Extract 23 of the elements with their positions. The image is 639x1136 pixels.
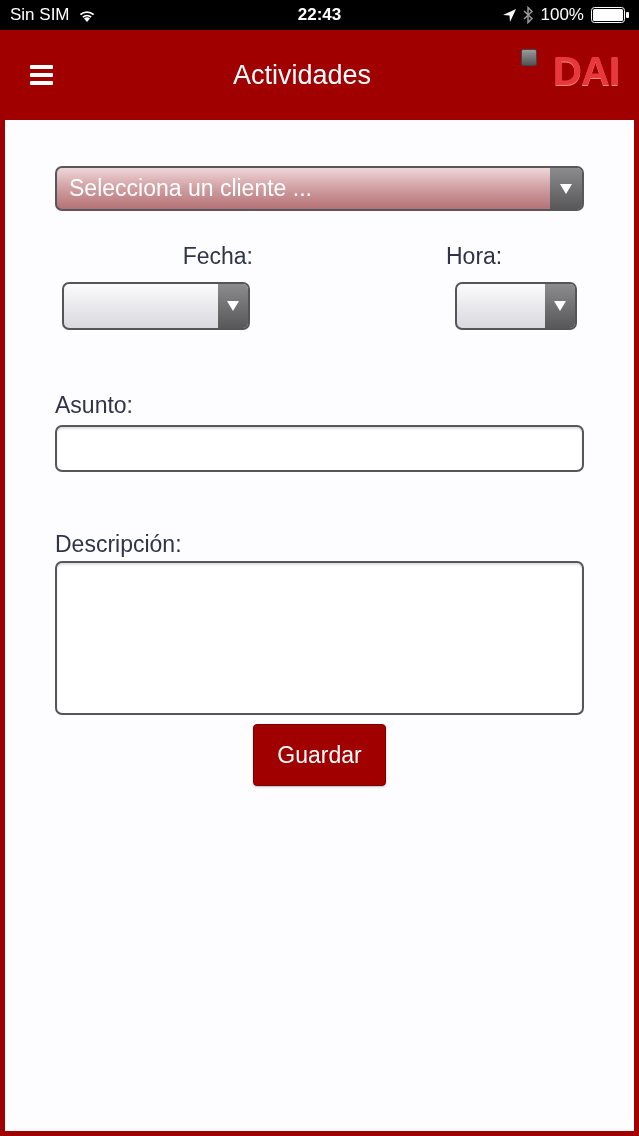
- save-button[interactable]: Guardar: [253, 724, 386, 786]
- time-label: Hora:: [446, 243, 503, 270]
- battery-icon: [591, 7, 629, 23]
- clock-time: 22:43: [297, 4, 342, 27]
- page-title: Actividades: [232, 58, 372, 92]
- logo: DAI: [553, 51, 619, 91]
- dropdown-arrow-icon: [560, 183, 572, 194]
- bluetooth-icon: [522, 6, 534, 24]
- description-textarea[interactable]: [55, 561, 584, 715]
- time-select[interactable]: [455, 282, 577, 330]
- subject-input[interactable]: [55, 425, 584, 472]
- dropdown-arrow-icon: [554, 301, 566, 311]
- dropdown-arrow-icon: [227, 301, 239, 311]
- description-label: Descripción:: [55, 531, 183, 558]
- thumbnail-icon: [521, 49, 537, 66]
- date-label: Fecha:: [182, 243, 253, 270]
- wifi-icon: [77, 8, 96, 22]
- location-arrow-icon: [502, 8, 516, 22]
- menu-icon[interactable]: [30, 65, 53, 85]
- subject-label: Asunto:: [55, 392, 134, 419]
- battery-percentage: 100%: [540, 4, 584, 27]
- carrier-label: Sin SIM: [10, 4, 70, 27]
- date-select[interactable]: [62, 282, 250, 330]
